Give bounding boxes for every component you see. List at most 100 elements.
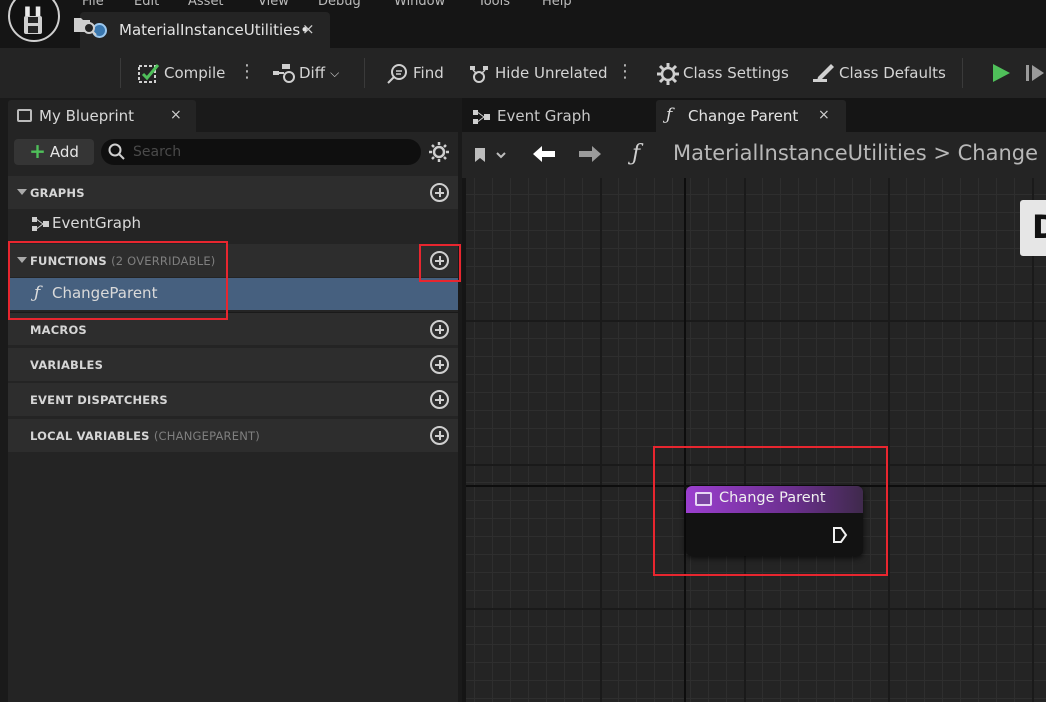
event-graph-icon <box>32 217 50 235</box>
close-icon[interactable]: × <box>170 107 182 123</box>
class-settings-icon <box>656 62 679 85</box>
hide-unrelated-button[interactable]: Hide Unrelated <box>468 48 608 98</box>
save-icon <box>22 14 44 36</box>
compile-label: Compile <box>164 64 226 82</box>
section-graphs-label: GRAPHS <box>30 186 85 200</box>
section-local-variables-sub: (CHANGEPARENT) <box>153 429 260 443</box>
search-input[interactable] <box>101 139 421 165</box>
event-graph-icon <box>473 109 491 128</box>
list-item-changeparent[interactable]: ƒ ChangeParent <box>8 278 458 310</box>
find-button[interactable]: Find <box>386 48 444 98</box>
toolbar-divider <box>364 58 365 88</box>
function-icon: ƒ <box>632 141 641 166</box>
section-event-dispatchers[interactable]: EVENT DISPATCHERS <box>8 383 458 416</box>
collapse-arrow-icon <box>17 257 27 263</box>
add-button[interactable]: + Add <box>14 139 94 165</box>
close-icon[interactable]: × <box>818 107 830 123</box>
section-macros[interactable]: MACROS <box>8 312 458 345</box>
compile-icon <box>137 62 160 84</box>
forward-arrow-icon[interactable] <box>577 144 603 168</box>
function-icon: ƒ <box>34 283 41 303</box>
save-button[interactable] <box>22 0 44 50</box>
graph-watermark-letter: D <box>1032 208 1046 246</box>
browse-button[interactable] <box>72 0 97 50</box>
graph-canvas[interactable] <box>466 178 1046 702</box>
add-function-icon[interactable] <box>430 251 449 270</box>
section-local-variables-title: LOCAL VARIABLES <box>30 429 150 443</box>
menu-asset[interactable]: Asset <box>188 0 224 9</box>
gear-icon[interactable] <box>428 141 450 163</box>
section-local-variables[interactable]: LOCAL VARIABLES (CHANGEPARENT) <box>8 419 458 452</box>
add-event-dispatcher-icon[interactable] <box>430 390 449 409</box>
menu-edit[interactable]: Edit <box>134 0 159 9</box>
breadcrumb[interactable]: MaterialInstanceUtilities > Change Pa <box>673 141 1046 165</box>
tab-change-parent[interactable]: ƒ Change Parent × <box>656 100 846 132</box>
list-item-label: EventGraph <box>52 214 141 232</box>
tab-my-blueprint[interactable]: My Blueprint × <box>8 100 196 132</box>
toolbar-divider <box>962 58 963 88</box>
tab-my-blueprint-label: My Blueprint <box>39 107 135 125</box>
menu-window[interactable]: Window <box>394 0 445 9</box>
back-arrow-icon[interactable] <box>531 144 557 168</box>
menu-view[interactable]: View <box>258 0 289 9</box>
function-icon: ƒ <box>666 105 673 125</box>
section-macros-label: MACROS <box>30 323 87 337</box>
exec-pin-icon[interactable] <box>832 526 848 544</box>
section-event-dispatchers-label: EVENT DISPATCHERS <box>30 393 168 407</box>
node-title: Change Parent <box>719 490 826 506</box>
class-settings-button[interactable]: Class Settings <box>656 48 789 98</box>
bookmark-icon[interactable] <box>472 146 508 168</box>
document-tab-title: MaterialInstanceUtilities• <box>119 21 310 39</box>
hide-unrelated-icon <box>468 62 490 84</box>
close-icon[interactable]: × <box>302 20 315 38</box>
section-functions-sub: (2 OVERRIDABLE) <box>111 254 216 268</box>
section-functions[interactable]: FUNCTIONS (2 OVERRIDABLE) <box>8 244 458 277</box>
step-button[interactable] <box>1024 48 1046 98</box>
diff-label: Diff <box>299 64 326 82</box>
collapse-arrow-icon <box>17 189 27 195</box>
menu-help[interactable]: Help <box>542 0 572 9</box>
graph-origin-axis-vertical <box>684 178 686 702</box>
list-item-label: ChangeParent <box>52 284 158 302</box>
list-item-eventgraph[interactable]: EventGraph <box>8 208 458 240</box>
play-button[interactable] <box>990 48 1012 98</box>
step-icon <box>1024 62 1046 84</box>
add-macro-icon[interactable] <box>430 320 449 339</box>
graph-watermark: D <box>1020 200 1046 256</box>
compile-options-icon[interactable]: ⋮ <box>238 61 256 82</box>
class-defaults-button[interactable]: Class Defaults <box>812 48 946 98</box>
book-icon <box>17 109 32 122</box>
document-tab[interactable]: MaterialInstanceUtilities• × <box>80 12 330 48</box>
function-entry-icon <box>695 492 712 506</box>
diff-icon <box>272 62 295 84</box>
tab-event-graph-label: Event Graph <box>497 107 591 125</box>
section-variables[interactable]: VARIABLES <box>8 348 458 381</box>
menu-tools[interactable]: Tools <box>478 0 510 9</box>
section-graphs[interactable]: GRAPHS <box>8 176 458 209</box>
section-local-variables-label: LOCAL VARIABLES (CHANGEPARENT) <box>30 429 260 443</box>
section-functions-label: FUNCTIONS (2 OVERRIDABLE) <box>30 254 215 268</box>
add-local-variable-icon[interactable] <box>430 426 449 445</box>
function-entry-node[interactable]: Change Parent <box>686 486 863 556</box>
section-variables-label: VARIABLES <box>30 358 104 372</box>
toolbar-divider <box>120 58 121 88</box>
section-functions-title: FUNCTIONS <box>30 254 107 268</box>
tab-change-parent-label: Change Parent <box>688 107 799 125</box>
find-icon <box>386 62 408 84</box>
play-icon <box>990 62 1012 84</box>
hide-unrelated-label: Hide Unrelated <box>495 64 608 82</box>
tab-event-graph[interactable]: Event Graph <box>465 100 655 132</box>
add-variable-icon[interactable] <box>430 355 449 374</box>
compile-button[interactable]: Compile <box>137 48 225 98</box>
chevron-down-icon: ⌵ <box>330 65 340 80</box>
find-label: Find <box>413 64 444 82</box>
add-label: Add <box>49 143 79 161</box>
plus-icon: + <box>29 138 46 163</box>
add-graph-icon[interactable] <box>430 183 449 202</box>
browse-icon <box>72 14 97 36</box>
class-settings-label: Class Settings <box>683 64 789 82</box>
menu-debug[interactable]: Debug <box>318 0 361 9</box>
hide-unrelated-options-icon[interactable]: ⋮ <box>616 61 634 82</box>
class-defaults-label: Class Defaults <box>839 64 946 82</box>
diff-button[interactable]: Diff ⌵ <box>272 48 339 98</box>
